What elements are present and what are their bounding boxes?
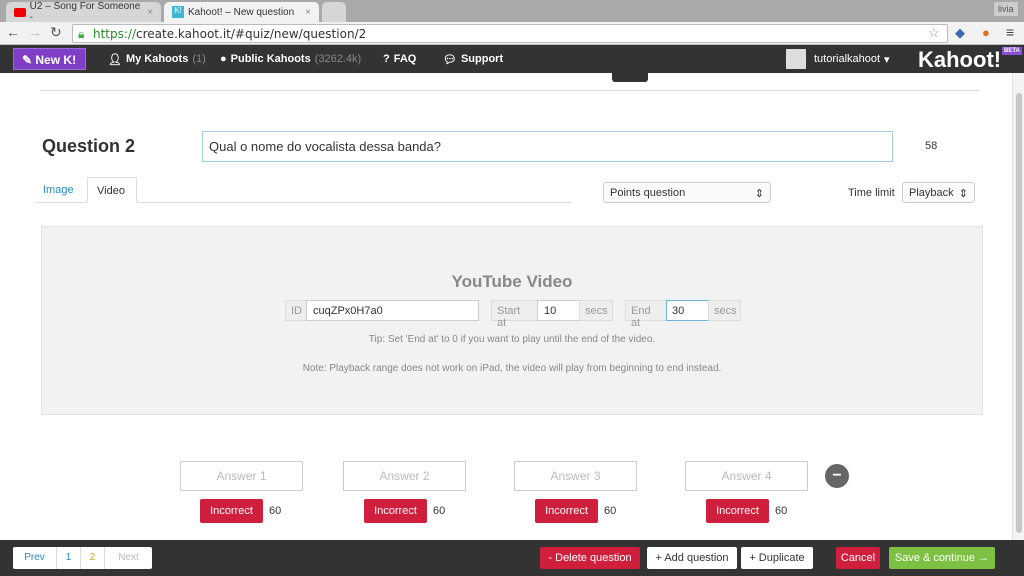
question-title: Question 2 xyxy=(42,136,136,156)
browser-tab-bar: U2 – Song For Someone - × K! Kahoot! – New… xyxy=(0,0,1024,23)
bookmark-star-icon[interactable]: ☆ xyxy=(928,25,940,41)
nav-support[interactable]: 💬︎ Support xyxy=(443,53,503,66)
avatar[interactable] xyxy=(786,49,806,69)
youtube-icon xyxy=(14,7,26,17)
note-text: Note: Playback range does not work on iP… xyxy=(302,363,722,374)
tip-text: Tip: Set 'End at' to 0 if you want to pl… xyxy=(368,334,656,345)
prev-page-button[interactable]: Prev xyxy=(13,547,57,569)
start-at-label: Start at xyxy=(491,300,538,329)
back-icon[interactable]: ← xyxy=(6,24,20,40)
address-bar-row: ← → ↻ 🔒︎ https://create.kahoot.it/#quiz/n… xyxy=(0,22,1024,45)
chat-icon: 💬︎ xyxy=(443,54,457,66)
answer-1-time: 60 xyxy=(269,505,282,517)
kahoot-logo[interactable]: Kahoot! xyxy=(918,47,1001,73)
video-id-input[interactable]: cuqZPx0H7a0 xyxy=(306,300,479,321)
new-tab-button[interactable] xyxy=(322,2,346,22)
answer-2-input[interactable]: Answer 2 xyxy=(343,461,466,491)
url-input[interactable]: 🔒︎ https://create.kahoot.it/#quiz/new/que… xyxy=(72,24,948,43)
points-select[interactable]: Points question ⇕ xyxy=(603,182,771,203)
top-navbar: ✎ New K! 👤︎ My Kahoots (1) ● Public Kahoots… xyxy=(0,45,1024,73)
end-at-input[interactable]: 30 xyxy=(666,300,709,321)
reload-icon[interactable]: ↻ xyxy=(50,24,62,41)
profile-name[interactable]: livia xyxy=(994,2,1018,16)
edit-icon: ✎ xyxy=(22,53,36,67)
extension-icon[interactable]: ◆ xyxy=(955,25,965,41)
duplicate-button[interactable]: + Duplicate xyxy=(741,547,813,569)
kahoot-icon: K! xyxy=(172,6,184,18)
bottom-toolbar: Prev 1 2 Next - Delete question + Add qu… xyxy=(0,540,1024,576)
id-label: ID xyxy=(285,300,307,321)
end-secs-label: secs xyxy=(708,300,741,321)
page-2-button[interactable]: 2 xyxy=(81,547,105,569)
nav-faq[interactable]: ? FAQ xyxy=(383,53,416,65)
start-at-input[interactable]: 10 xyxy=(537,300,580,321)
close-icon[interactable]: × xyxy=(147,7,153,18)
beta-badge: BETA xyxy=(1002,47,1022,55)
add-question-button[interactable]: + Add question xyxy=(647,547,737,569)
page-1-button[interactable]: 1 xyxy=(57,547,81,569)
divider xyxy=(40,90,980,91)
collapse-handle[interactable] xyxy=(612,73,648,82)
end-at-label: End at xyxy=(625,300,667,329)
answer-1-correct-toggle[interactable]: Incorrect xyxy=(200,499,263,523)
start-secs-label: secs xyxy=(579,300,613,321)
scrollbar[interactable] xyxy=(1012,73,1024,540)
menu-icon[interactable]: ≡ xyxy=(1006,24,1014,40)
time-limit-label: Time limit xyxy=(848,187,895,199)
select-arrows-icon: ⇕ xyxy=(754,188,764,200)
video-panel-title: YouTube Video xyxy=(451,272,573,291)
answer-2-time: 60 xyxy=(433,505,446,517)
answer-3-input[interactable]: Answer 3 xyxy=(514,461,637,491)
browser-tab-kahoot[interactable]: K! Kahoot! – New question × xyxy=(164,2,319,22)
nav-public-kahoots[interactable]: ● Public Kahoots (3262.4k) xyxy=(220,53,361,65)
save-continue-button[interactable]: Save & continue → xyxy=(889,547,995,569)
answer-4-correct-toggle[interactable]: Incorrect xyxy=(706,499,769,523)
tab-video[interactable]: Video xyxy=(87,177,137,203)
answer-1-input[interactable]: Answer 1 xyxy=(180,461,303,491)
answer-3-correct-toggle[interactable]: Incorrect xyxy=(535,499,598,523)
answer-4-time: 60 xyxy=(775,505,788,517)
video-panel: YouTube Video ID cuqZPx0H7a0 Start at 10… xyxy=(41,226,983,415)
nav-my-kahoots[interactable]: 👤︎ My Kahoots (1) xyxy=(108,53,206,66)
new-kahoot-button[interactable]: ✎ New K! xyxy=(13,48,86,70)
user-icon: 👤︎ xyxy=(108,54,122,66)
remove-answer-icon[interactable]: − xyxy=(825,464,849,488)
close-icon[interactable]: × xyxy=(305,7,311,18)
caret-down-icon: ▾ xyxy=(884,54,890,66)
time-limit-select[interactable]: Playback ⇕ xyxy=(902,182,975,203)
pagination: Prev 1 2 Next xyxy=(13,547,152,569)
delete-question-button[interactable]: - Delete question xyxy=(540,547,640,569)
tab-image[interactable]: Image xyxy=(43,184,74,196)
answer-4-input[interactable]: Answer 4 xyxy=(685,461,808,491)
next-page-button[interactable]: Next xyxy=(105,547,152,569)
lock-icon: 🔒︎ xyxy=(78,27,85,41)
answer-2-correct-toggle[interactable]: Incorrect xyxy=(364,499,427,523)
select-arrows-icon: ⇕ xyxy=(958,188,968,200)
question-input[interactable]: Qual o nome do vocalista dessa banda? xyxy=(202,131,893,162)
answer-3-time: 60 xyxy=(604,505,617,517)
forward-icon[interactable]: → xyxy=(28,24,42,40)
question-icon: ? xyxy=(383,53,390,65)
user-menu[interactable]: tutorialkahoot ▾ xyxy=(814,53,890,66)
globe-icon: ● xyxy=(220,53,227,65)
cancel-button[interactable]: Cancel xyxy=(836,547,880,569)
extension-icon[interactable]: ● xyxy=(982,25,990,40)
browser-tab-youtube[interactable]: U2 – Song For Someone - × xyxy=(6,1,161,23)
char-counter: 58 xyxy=(925,140,938,152)
